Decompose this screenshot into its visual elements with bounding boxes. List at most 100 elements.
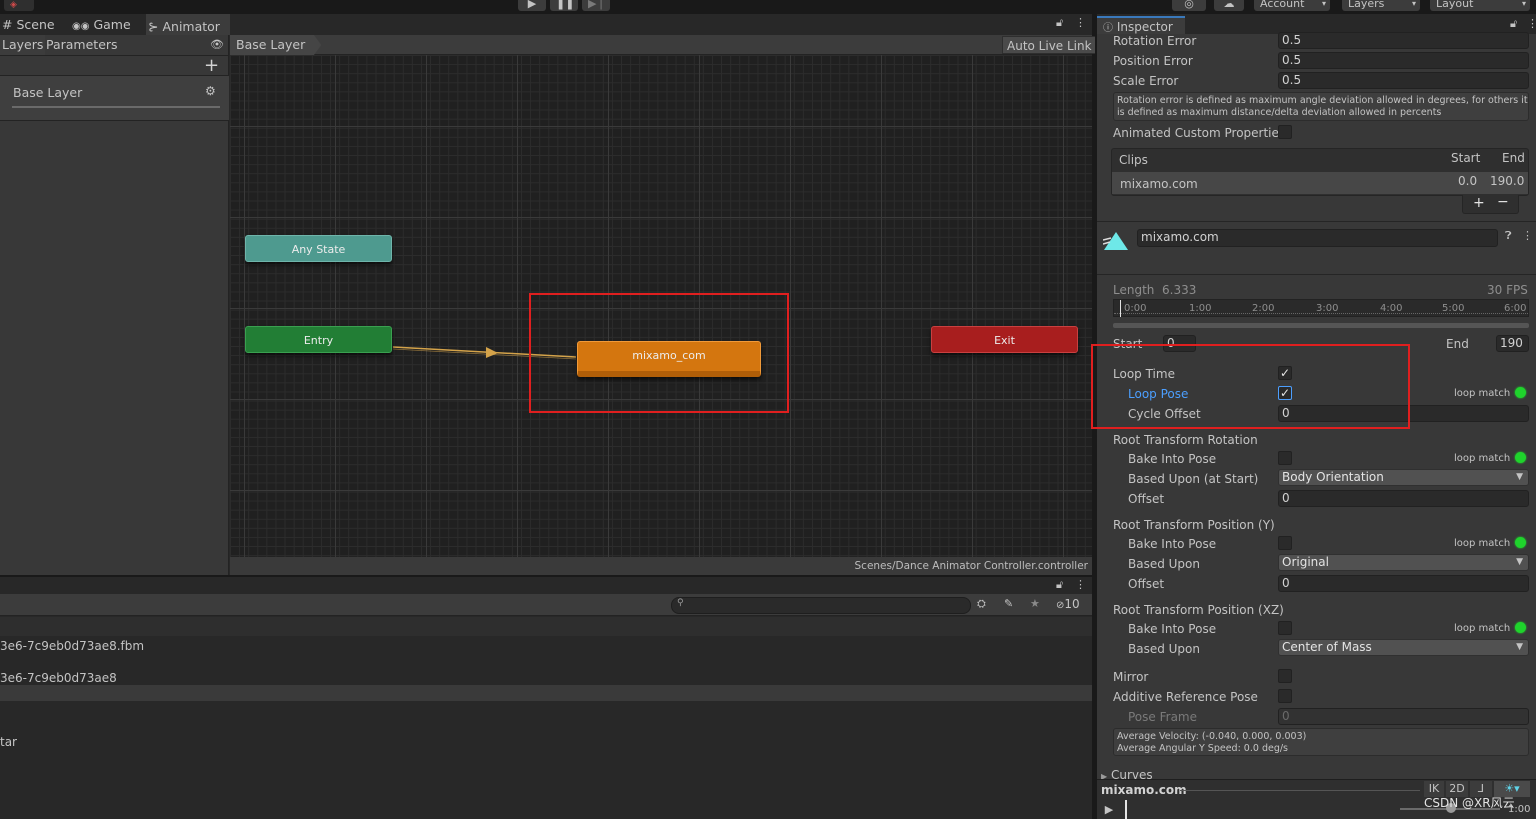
rotation-error-field[interactable]: 0.5 (1278, 32, 1529, 49)
rt-rotation-bake-checkbox[interactable] (1278, 451, 1292, 465)
eye-icon[interactable]: 👁︎ (210, 38, 224, 51)
tab-animator[interactable]: ⊱ Animator (146, 14, 230, 35)
clip-range-bar[interactable] (1113, 323, 1529, 328)
project-header-strip (0, 617, 1092, 636)
divider (1097, 221, 1536, 222)
mirror-checkbox[interactable] (1278, 669, 1292, 683)
clips-start-header: Start (1451, 151, 1481, 165)
tab-animator-label: Animator (162, 19, 220, 34)
add-layer-button[interactable]: + (204, 55, 219, 76)
info-icon: ⓘ (1103, 23, 1113, 34)
transition-arrow-icon[interactable] (486, 347, 498, 358)
rt-position-y-offset-field[interactable]: 0 (1278, 575, 1529, 592)
layer-name: Base Layer (13, 85, 83, 100)
position-error-field[interactable]: 0.5 (1278, 52, 1529, 69)
hidden-count-label: 10 (1064, 597, 1080, 611)
entry-node[interactable]: Entry (245, 326, 392, 353)
timeline-ruler[interactable]: 0:00 1:00 2:00 3:00 4:00 5:00 6:00 (1113, 299, 1529, 317)
list-item[interactable]: 3e6-7c9eb0d73ae8.fbm (0, 639, 144, 653)
tab-inspector[interactable]: ⓘ Inspector (1097, 16, 1185, 34)
tab-layers[interactable]: Layers (0, 35, 46, 55)
lock-icon[interactable]: 🔓︎ (1056, 578, 1063, 592)
list-item[interactable]: 3e6-7c9eb0d73ae8 (0, 671, 117, 685)
more-menu-icon[interactable]: ⋮ (1075, 16, 1086, 29)
remove-clip-button[interactable]: − (1497, 194, 1509, 210)
layout-dropdown[interactable]: Layout ▾ (1430, 0, 1530, 11)
more-menu-icon[interactable]: ⋮ (1522, 229, 1533, 242)
clips-header: Clips (1119, 153, 1148, 167)
animated-custom-props-checkbox[interactable] (1278, 125, 1292, 139)
clip-name-input[interactable]: mixamo.com (1137, 229, 1498, 247)
step-button[interactable]: ▶❘ (582, 0, 610, 11)
layers-dropdown[interactable]: Layers ▾ (1342, 0, 1420, 11)
more-menu-icon[interactable]: ⋮ (1075, 578, 1086, 591)
preview-play-button[interactable]: ▶ (1100, 801, 1118, 819)
chevron-down-icon: ▾ (1521, 0, 1526, 8)
add-clip-button[interactable]: + (1473, 195, 1485, 211)
label-icon[interactable]: ✎ (1004, 597, 1013, 610)
animated-custom-props-label: Animated Custom Properties (1113, 126, 1286, 140)
star-icon[interactable]: ★ (1030, 597, 1040, 610)
more-menu-icon[interactable]: ⋮ (1527, 17, 1536, 30)
account-dropdown[interactable]: Account ▾ (1254, 0, 1330, 11)
timeline-playhead[interactable] (1120, 300, 1121, 317)
breadcrumb[interactable]: Base Layer (230, 35, 322, 55)
main-toolbar: ◈ ▶ ❚❚ ▶❘ ◎ ☁ Account ▾ Layers ▾ Layout ▾ (0, 0, 1536, 14)
preview-timeline-cursor[interactable] (1125, 800, 1127, 819)
scale-error-label: Scale Error (1113, 74, 1179, 88)
rt-position-y-bake-checkbox[interactable] (1278, 536, 1292, 550)
lock-icon[interactable]: 🔓︎ (1056, 16, 1063, 30)
unity-logo-icon[interactable]: ◈ (4, 0, 34, 11)
pause-button[interactable]: ❚❚ (550, 0, 578, 11)
list-item[interactable]: tar (0, 735, 17, 749)
help-line: Rotation error is defined as maximum ang… (1117, 95, 1528, 106)
rt-position-xz-bake-checkbox[interactable] (1278, 621, 1292, 635)
rt-position-y-based-upon-dropdown[interactable]: Original ▼ (1278, 554, 1529, 571)
highlight-box (529, 293, 789, 413)
lock-icon[interactable]: 🔓︎ (1510, 17, 1517, 31)
length-label: Length (1113, 283, 1155, 297)
gear-icon[interactable]: ⚙ (205, 84, 216, 98)
info-box: Average Velocity: (-0.040, 0.000, 0.003)… (1113, 728, 1529, 756)
search-icon: ⚲ (677, 598, 684, 608)
rt-position-xz-based-upon-dropdown[interactable]: Center of Mass ▼ (1278, 639, 1529, 656)
rt-rotation-offset-field[interactable]: 0 (1278, 490, 1529, 507)
exit-node[interactable]: Exit (931, 326, 1078, 353)
cloud-icon[interactable]: ☁ (1214, 0, 1244, 11)
rt-rotation-based-upon-dropdown[interactable]: Body Orientation ▼ (1278, 469, 1529, 486)
rt-rotation-header: Root Transform Rotation (1113, 433, 1258, 447)
mirror-label: Mirror (1113, 670, 1149, 684)
loop-match-label: loop match (1454, 388, 1511, 399)
collab-icon[interactable]: ◎ (1172, 0, 1206, 11)
additive-ref-pose-checkbox[interactable] (1278, 689, 1292, 703)
divider (0, 120, 229, 121)
layout-label: Layout (1436, 0, 1474, 10)
timeline-ticks (1114, 313, 1528, 314)
auto-live-link-button[interactable]: Auto Live Link (1002, 36, 1097, 54)
animation-clip-icon (1103, 232, 1128, 250)
loop-match-indicator (1515, 622, 1526, 633)
any-state-node[interactable]: Any State (245, 235, 392, 262)
end-field[interactable]: 190 (1496, 335, 1529, 352)
position-error-label: Position Error (1113, 54, 1193, 68)
bake-into-pose-label: Bake Into Pose (1128, 537, 1217, 551)
tab-game-label: Game (93, 17, 131, 32)
tab-parameters[interactable]: Parameters (44, 35, 120, 55)
clip-end: 190.0 (1490, 174, 1525, 188)
help-icon[interactable]: ❓︎ (1505, 229, 1512, 243)
tab-game[interactable]: ◉◉ Game (70, 14, 144, 35)
search-input[interactable]: ⚲ (671, 597, 971, 614)
preview-divider (1180, 790, 1420, 791)
based-upon-start-label: Based Upon (at Start) (1128, 472, 1259, 486)
play-button[interactable]: ▶ (518, 0, 546, 11)
tab-scene[interactable]: # Scene (0, 14, 68, 35)
filter-type-icon[interactable]: ⛭ (977, 597, 986, 611)
length-value: 6.333 (1162, 283, 1197, 297)
clip-start: 0.0 (1458, 174, 1478, 188)
avg-angular-speed: Average Angular Y Speed: 0.0 deg/s (1117, 743, 1288, 754)
tab-parameters-label: Parameters (46, 37, 118, 52)
grid-icon: # (2, 17, 13, 32)
hidden-count[interactable]: ⊘10 (1056, 597, 1080, 611)
offset-label: Offset (1128, 492, 1165, 506)
scale-error-field[interactable]: 0.5 (1278, 72, 1529, 89)
